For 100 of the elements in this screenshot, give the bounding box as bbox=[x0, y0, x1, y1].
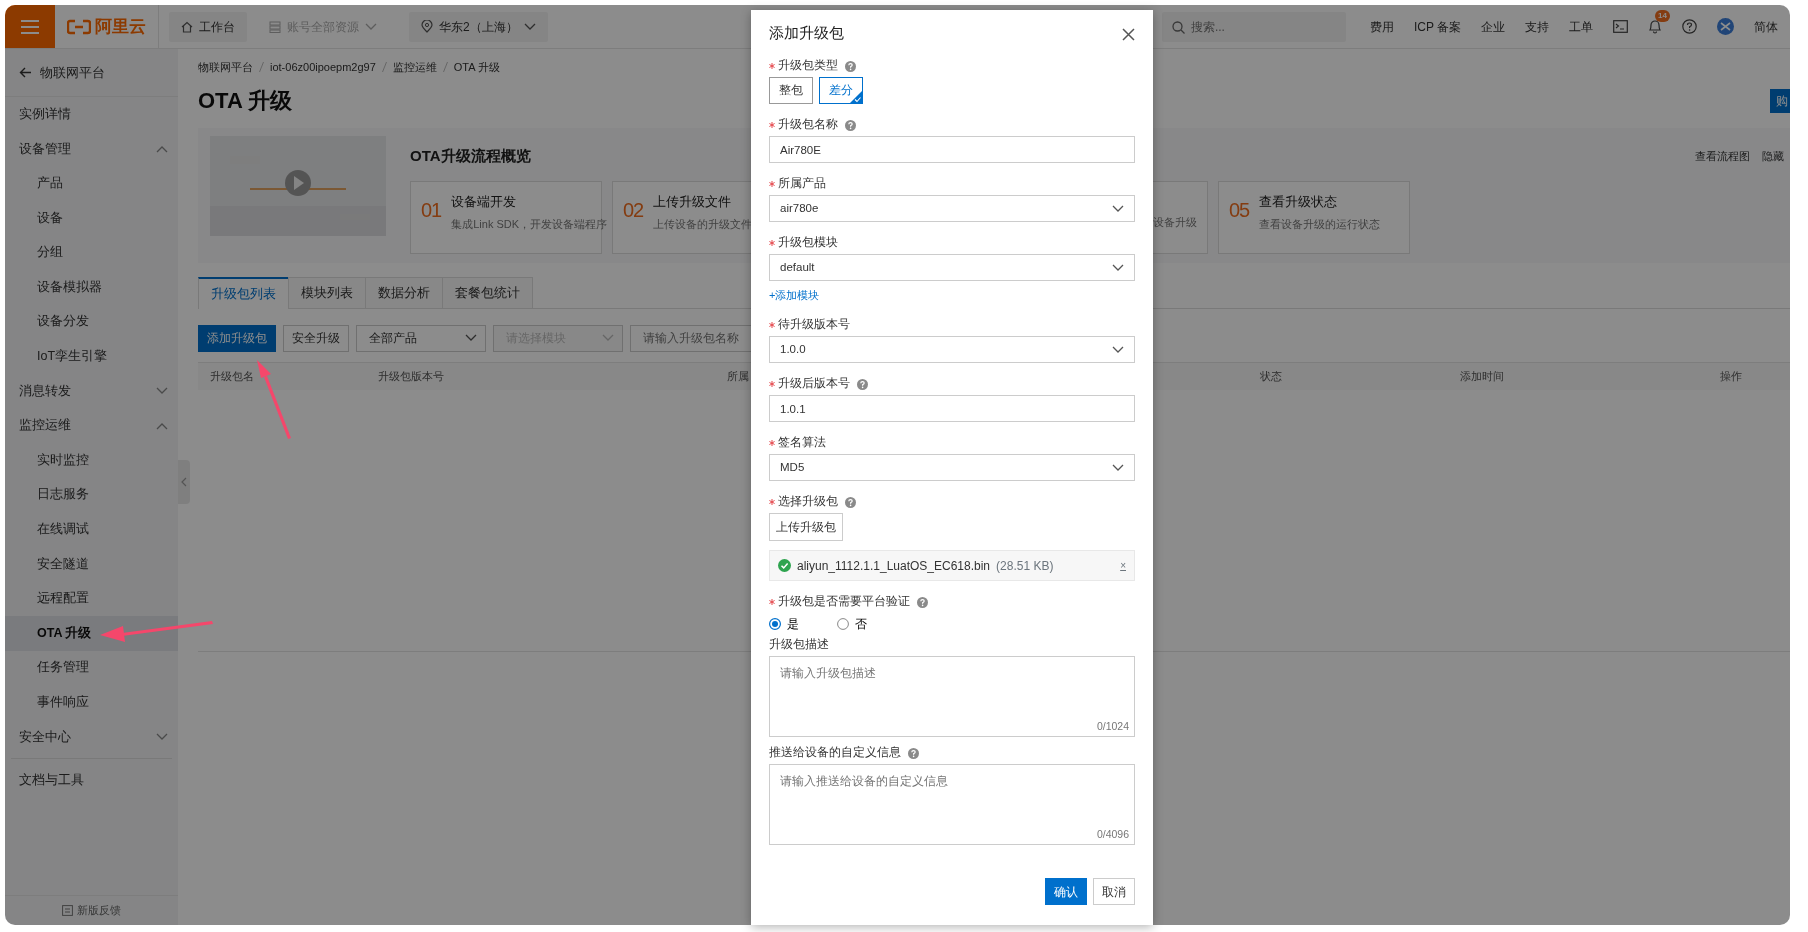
file-name: aliyun_1112.1.1_LuatOS_EC618.bin bbox=[797, 557, 991, 575]
logo-text: 阿里云 bbox=[95, 15, 146, 38]
sidebar-item[interactable]: 设备模拟器 bbox=[5, 269, 178, 305]
field-label: 选择升级包 bbox=[778, 494, 838, 510]
menu-button[interactable] bbox=[5, 5, 55, 48]
nav-link[interactable]: 支持 bbox=[1525, 17, 1549, 36]
search-field[interactable]: 搜索... bbox=[1161, 11, 1346, 42]
slash-icon bbox=[442, 62, 448, 73]
feedback-link[interactable]: 新版反馈 bbox=[5, 895, 178, 925]
chevron-up-icon bbox=[156, 144, 168, 153]
location-pin-icon bbox=[421, 20, 433, 33]
option-label: 是 bbox=[787, 616, 799, 633]
chevron-down-icon bbox=[1112, 463, 1124, 472]
column-header: 所属 bbox=[727, 369, 749, 385]
region-dropdown[interactable]: 华东2（上海） bbox=[409, 11, 548, 42]
column-header: 添加时间 bbox=[1460, 369, 1504, 385]
field-label: 升级后版本号 bbox=[778, 376, 850, 392]
sidebar-item[interactable]: 分组 bbox=[5, 235, 178, 270]
field-label: 待升级版本号 bbox=[778, 317, 850, 333]
dropdown[interactable]: default bbox=[769, 254, 1135, 281]
sidebar-item[interactable]: 安全隧道 bbox=[5, 546, 178, 582]
nav-link[interactable]: 工单 bbox=[1569, 17, 1593, 36]
sidebar-item[interactable]: 设备分发 bbox=[5, 304, 178, 340]
terminal-icon[interactable] bbox=[1613, 20, 1628, 33]
sidebar-item[interactable]: 任务管理 bbox=[5, 650, 178, 686]
dropdown[interactable]: 1.0.0 bbox=[769, 336, 1135, 363]
radio-button[interactable] bbox=[837, 618, 849, 630]
step-description: 集成Link SDK，开发设备端程序 bbox=[451, 216, 608, 232]
column-header: 升级包名 bbox=[210, 369, 254, 385]
overview-link[interactable]: 隐藏 bbox=[1762, 147, 1784, 165]
nav-link[interactable]: ICP 备案 bbox=[1413, 17, 1461, 36]
tab[interactable]: 套餐包统计 bbox=[442, 276, 533, 308]
nav-link[interactable]: 企业 bbox=[1481, 17, 1505, 36]
text-field[interactable]: Air780E bbox=[769, 136, 1135, 163]
overview-link[interactable]: 查看流程图 bbox=[1695, 147, 1750, 165]
remove-button[interactable]: × bbox=[1120, 558, 1126, 573]
back-arrow-icon bbox=[19, 67, 32, 78]
cancel-button[interactable]: 取消 bbox=[1093, 878, 1135, 905]
field-label: 升级包是否需要平台验证 bbox=[778, 594, 910, 610]
sidebar-item[interactable]: OTA 升级 bbox=[5, 615, 178, 651]
avatar[interactable] bbox=[1717, 18, 1734, 35]
back-link[interactable]: 物联网平台 bbox=[5, 49, 178, 97]
option-label: 否 bbox=[855, 616, 867, 633]
product-dropdown[interactable]: 全部产品 bbox=[356, 324, 486, 352]
sidebar-item[interactable]: 安全中心 bbox=[5, 719, 178, 755]
character-counter: 0/4096 bbox=[1096, 827, 1129, 843]
field-label: 升级包名称 bbox=[778, 117, 838, 133]
add-package-button[interactable]: 添加升级包 bbox=[198, 324, 276, 352]
column-header: 操作 bbox=[1720, 369, 1742, 385]
buy-button[interactable]: 购 bbox=[1770, 88, 1790, 113]
tab[interactable]: 数据分析 bbox=[365, 276, 443, 308]
radio-button[interactable] bbox=[769, 618, 781, 630]
breadcrumb-link[interactable]: iot-06z00ipoepm2g97 bbox=[270, 59, 376, 76]
sidebar-item[interactable]: 文档与工具 bbox=[5, 763, 178, 798]
success-icon bbox=[778, 559, 791, 572]
dropdown[interactable]: air780e bbox=[769, 195, 1135, 222]
breadcrumb-link[interactable]: 物联网平台 bbox=[198, 59, 253, 76]
option-button[interactable]: 差分 bbox=[819, 77, 863, 104]
sidebar-item[interactable]: 实例详情 bbox=[5, 97, 178, 132]
upload-button[interactable]: 上传升级包 bbox=[769, 513, 843, 541]
sidebar-item[interactable]: 设备管理 bbox=[5, 131, 178, 167]
column-header: 升级包版本号 bbox=[378, 369, 444, 385]
sidebar-item[interactable]: 监控运维 bbox=[5, 408, 178, 443]
sidebar-item[interactable]: 事件响应 bbox=[5, 685, 178, 720]
character-counter: 0/1024 bbox=[1096, 719, 1129, 735]
sidebar-item[interactable]: 设备 bbox=[5, 200, 178, 236]
close-icon[interactable] bbox=[1122, 27, 1135, 41]
confirm-button[interactable]: 确认 bbox=[1045, 878, 1087, 905]
sidebar-item[interactable]: 在线调试 bbox=[5, 512, 178, 547]
sidebar-item[interactable]: IoT孪生引擎 bbox=[5, 339, 178, 374]
dialog-title: 添加升级包 bbox=[769, 24, 844, 44]
bell-icon[interactable] bbox=[1648, 19, 1662, 34]
breadcrumb-link[interactable]: 监控运维 bbox=[392, 59, 437, 76]
chevron-down-icon bbox=[523, 22, 536, 31]
sidebar-item[interactable]: 消息转发 bbox=[5, 373, 178, 409]
sidebar-item[interactable]: 产品 bbox=[5, 166, 178, 201]
text-field[interactable]: 1.0.1 bbox=[769, 395, 1135, 422]
sidebar-item[interactable]: 日志服务 bbox=[5, 477, 178, 513]
language-link[interactable]: 简体 bbox=[1754, 17, 1778, 36]
chevron-left-icon bbox=[181, 477, 187, 487]
workbench-button[interactable]: 工作台 bbox=[169, 11, 247, 42]
collapse-handle[interactable] bbox=[178, 460, 190, 504]
slash-icon bbox=[259, 62, 264, 73]
tab[interactable]: 模块列表 bbox=[288, 276, 366, 308]
breadcrumb-link[interactable]: OTA 升级 bbox=[453, 59, 501, 76]
field-label: 所属产品 bbox=[778, 176, 826, 192]
dropdown[interactable]: MD5 bbox=[769, 454, 1135, 481]
notification-badge: 14 bbox=[1655, 10, 1670, 22]
step-description: 查看设备升级的运行状态 bbox=[1259, 216, 1381, 232]
secure-upgrade-button[interactable]: 安全升级 bbox=[283, 324, 349, 352]
chevron-down-icon bbox=[602, 334, 614, 343]
option-button[interactable]: 整包 bbox=[769, 77, 813, 104]
sidebar-item[interactable]: 实时监控 bbox=[5, 442, 178, 478]
help-circle-icon[interactable] bbox=[1682, 19, 1697, 34]
sidebar-item[interactable]: 远程配置 bbox=[5, 581, 178, 616]
nav-link[interactable]: 费用 bbox=[1369, 17, 1394, 36]
step-title: 设备端开发 bbox=[451, 193, 518, 212]
step-title: 上传升级文件 bbox=[653, 193, 733, 212]
add-module-link[interactable]: +添加模块 bbox=[769, 287, 820, 304]
tab[interactable]: 升级包列表 bbox=[198, 276, 289, 309]
